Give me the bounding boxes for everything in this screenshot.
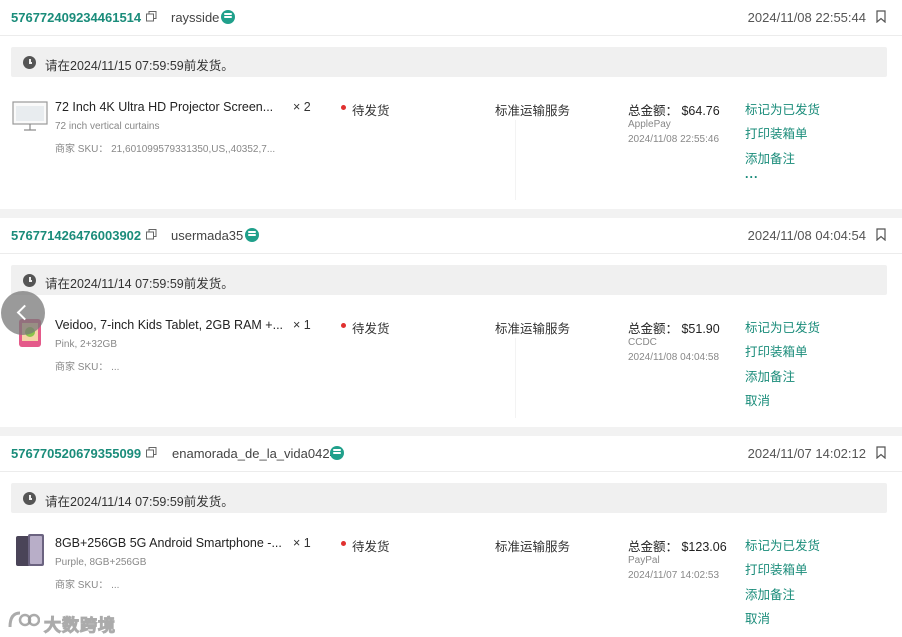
mark-shipped-link[interactable]: 标记为已发货 [745, 99, 820, 118]
product-variant: 72 inch vertical curtains [55, 121, 160, 132]
quantity: × 1 [293, 318, 311, 332]
ship-deadline-text: 请在2024/11/15 07:59:59前发货。 [45, 59, 234, 73]
order-card: 576771426476003902 usermada35 2024/11/08… [0, 218, 902, 427]
order-card: 576772409234461514 raysside 2024/11/08 2… [0, 0, 902, 209]
buyer-username: raysside [171, 10, 220, 25]
clock-icon [23, 56, 36, 69]
buyer-username: usermada35 [171, 228, 244, 243]
shipping-service: 标准运输服务 [495, 104, 571, 118]
mark-shipped-link[interactable]: 标记为已发货 [745, 317, 820, 336]
order-date: 2024/11/08 04:04:54 [747, 228, 866, 243]
product-variant: Purple, 8GB+256GB [55, 557, 147, 568]
product-thumbnail[interactable] [12, 533, 48, 569]
payment-method: ApplePay [628, 119, 671, 130]
quantity: × 1 [293, 536, 311, 550]
order-date: 2024/11/07 14:02:12 [747, 446, 866, 461]
product-variant: Pink, 2+32GB [55, 339, 117, 350]
order-status: 待发货 [352, 104, 390, 118]
status-dot [341, 541, 346, 546]
status-dot [341, 105, 346, 110]
bookmark-icon[interactable] [876, 10, 886, 23]
chat-icon[interactable] [245, 228, 259, 242]
product-sku: 商家 SKU： ... [55, 580, 120, 591]
product-sku: 商家 SKU： ... [55, 362, 120, 373]
ship-deadline-text: 请在2024/11/14 07:59:59前发货。 [45, 277, 234, 291]
order-total: 总金额： $123.06 [628, 540, 727, 554]
payment-time: 2024/11/08 04:04:58 [628, 352, 720, 363]
shipping-service: 标准运输服务 [495, 540, 571, 554]
print-packing-slip-link[interactable]: 打印装箱单 [745, 123, 808, 142]
buyer-username: enamorada_de_la_vida0424 [172, 446, 337, 461]
order-header: 576770520679355099 enamorada_de_la_vida0… [0, 436, 902, 472]
add-note-link[interactable]: 添加备注 [745, 148, 795, 167]
copy-icon[interactable] [146, 229, 157, 240]
order-id-link[interactable]: 576770520679355099 [11, 446, 141, 461]
order-card: 576770520679355099 enamorada_de_la_vida0… [0, 436, 902, 637]
order-id-link[interactable]: 576771426476003902 [11, 228, 141, 243]
product-thumbnail[interactable] [12, 97, 48, 133]
ship-deadline-text: 请在2024/11/14 07:59:59前发货。 [45, 495, 234, 509]
product-title[interactable]: 72 Inch 4K Ultra HD Projector Screen... [55, 100, 283, 114]
payment-method: PayPal [628, 555, 660, 566]
shipping-service: 标准运输服务 [495, 322, 571, 336]
quantity: × 2 [293, 100, 311, 114]
ship-deadline-bar: 请在2024/11/15 07:59:59前发货。 [11, 47, 887, 77]
payment-time: 2024/11/08 22:55:46 [628, 134, 720, 145]
order-total: 总金额： $64.76 [628, 104, 720, 118]
order-total: 总金额： $51.90 [628, 322, 720, 336]
previous-arrow-button[interactable] [1, 291, 45, 335]
cancel-order-link[interactable]: 取消 [745, 390, 770, 409]
product-title[interactable]: Veidoo, 7-inch Kids Tablet, 2GB RAM +... [55, 318, 283, 332]
order-id-link[interactable]: 576772409234461514 [11, 10, 141, 25]
chat-icon[interactable] [221, 10, 235, 24]
product-title[interactable]: 8GB+256GB 5G Android Smartphone -... [55, 536, 283, 550]
order-header: 576771426476003902 usermada35 2024/11/08… [0, 218, 902, 254]
column-divider [515, 338, 516, 418]
bookmark-icon[interactable] [876, 446, 886, 459]
add-note-link[interactable]: 添加备注 [745, 366, 795, 385]
mark-shipped-link[interactable]: 标记为已发货 [745, 535, 820, 554]
copy-icon[interactable] [146, 447, 157, 458]
clock-icon [23, 492, 36, 505]
payment-time: 2024/11/07 14:02:53 [628, 570, 720, 581]
status-dot [341, 323, 346, 328]
ship-deadline-bar: 请在2024/11/14 07:59:59前发货。 [11, 265, 887, 295]
product-sku: 商家 SKU： 21,601099579331350,US,,40352,7..… [55, 144, 276, 155]
payment-method: CCDC [628, 337, 657, 348]
watermark-logo-icon [8, 611, 40, 628]
more-actions-link[interactable]: ... [745, 167, 758, 181]
print-packing-slip-link[interactable]: 打印装箱单 [745, 341, 808, 360]
add-note-link[interactable]: 添加备注 [745, 584, 795, 603]
print-packing-slip-link[interactable]: 打印装箱单 [745, 559, 808, 578]
cancel-order-link[interactable]: 取消 [745, 608, 770, 627]
chat-icon[interactable] [330, 446, 344, 460]
order-status: 待发货 [352, 322, 390, 336]
copy-icon[interactable] [146, 11, 157, 22]
bookmark-icon[interactable] [876, 228, 886, 241]
order-header: 576772409234461514 raysside 2024/11/08 2… [0, 0, 902, 36]
watermark-text: 大数跨境 [44, 616, 116, 636]
column-divider [515, 120, 516, 200]
order-date: 2024/11/08 22:55:44 [747, 10, 866, 25]
clock-icon [23, 274, 36, 287]
ship-deadline-bar: 请在2024/11/14 07:59:59前发货。 [11, 483, 887, 513]
order-status: 待发货 [352, 540, 390, 554]
